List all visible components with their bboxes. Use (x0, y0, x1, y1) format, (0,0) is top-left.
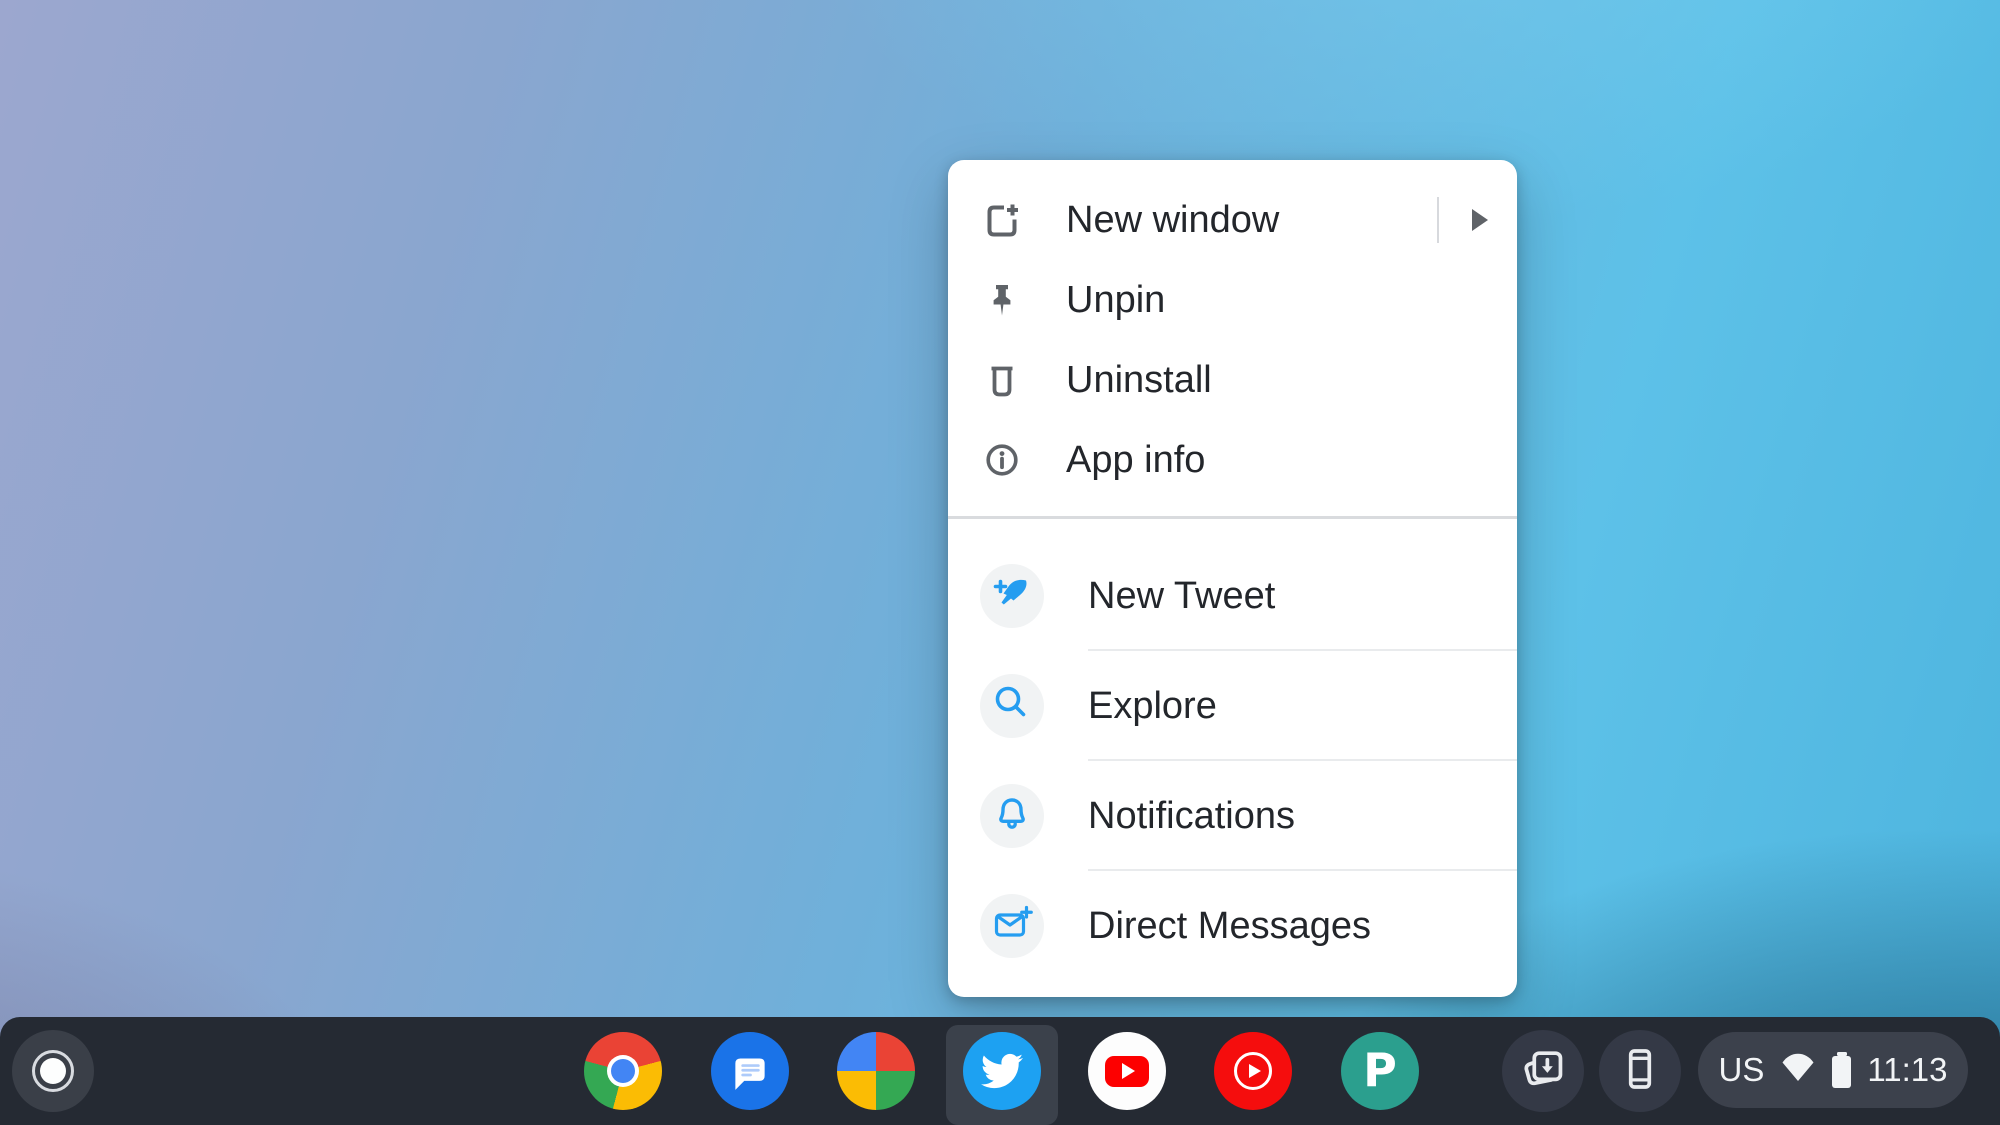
menu-item-app-info[interactable]: App info (948, 420, 1517, 500)
shortcut-icon-circle (980, 564, 1044, 628)
google-app-icon[interactable] (837, 1032, 915, 1110)
phone-icon (1616, 1045, 1664, 1098)
launcher-circle-icon (32, 1050, 74, 1092)
menu-item-label: Uninstall (1066, 358, 1212, 401)
app-shortcuts: New Tweet Explore Notifications Direct M… (948, 541, 1517, 981)
shortcut-label: Explore (1088, 684, 1217, 727)
youtube-music-icon[interactable] (1214, 1032, 1292, 1110)
shortcut-icon-circle (980, 784, 1044, 848)
shortcut-label: Direct Messages (1088, 904, 1371, 947)
envelope-plus-icon (990, 902, 1034, 951)
pocket-casts-letter: P (1363, 1043, 1397, 1097)
menu-item-label: New window (1066, 198, 1280, 241)
chrome-icon[interactable] (584, 1032, 662, 1110)
info-icon (982, 440, 1022, 480)
compose-tweet-icon (990, 572, 1034, 621)
shortcut-label: New Tweet (1088, 574, 1276, 617)
messages-icon[interactable] (711, 1032, 789, 1110)
status-tray[interactable]: US 11:13 (1698, 1032, 1968, 1108)
menu-item-label: App info (1066, 438, 1206, 481)
keyboard-layout-indicator: US (1718, 1051, 1765, 1088)
shortcut-notifications[interactable]: Notifications (948, 761, 1517, 871)
app-context-menu: New window Unpin Uninstall App info New … (948, 160, 1517, 997)
shortcut-icon-circle (980, 894, 1044, 958)
twitter-icon[interactable] (963, 1032, 1041, 1110)
menu-item-uninstall[interactable]: Uninstall (948, 340, 1517, 420)
youtube-icon[interactable] (1088, 1032, 1166, 1110)
submenu-divider (1437, 197, 1439, 243)
wifi-icon (1780, 1052, 1816, 1089)
launcher-button[interactable] (12, 1030, 94, 1112)
trash-icon (982, 360, 1022, 400)
menu-item-new-window[interactable]: New window (948, 180, 1517, 260)
new-window-icon (982, 200, 1022, 240)
phone-hub-button[interactable] (1599, 1030, 1681, 1112)
menu-item-unpin[interactable]: Unpin (948, 260, 1517, 340)
submenu-arrow-icon[interactable] (1472, 209, 1488, 231)
menu-separator (948, 516, 1517, 519)
tote-icon (1519, 1045, 1567, 1098)
tote-button[interactable] (1502, 1030, 1584, 1112)
shortcut-icon-circle (980, 674, 1044, 738)
pin-icon (982, 280, 1022, 320)
context-menu-actions: New window Unpin Uninstall App info (948, 160, 1517, 500)
search-icon (990, 682, 1034, 731)
shortcut-new-tweet[interactable]: New Tweet (948, 541, 1517, 651)
shortcut-label: Notifications (1088, 794, 1295, 837)
bell-icon (990, 792, 1034, 841)
clock: 11:13 (1867, 1051, 1948, 1088)
desktop[interactable]: New window Unpin Uninstall App info New … (0, 0, 2000, 1125)
shortcut-direct-messages[interactable]: Direct Messages (948, 871, 1517, 981)
menu-item-label: Unpin (1066, 278, 1166, 321)
shortcut-explore[interactable]: Explore (948, 651, 1517, 761)
battery-icon (1832, 1052, 1852, 1088)
pocket-casts-icon[interactable]: P (1341, 1032, 1419, 1110)
